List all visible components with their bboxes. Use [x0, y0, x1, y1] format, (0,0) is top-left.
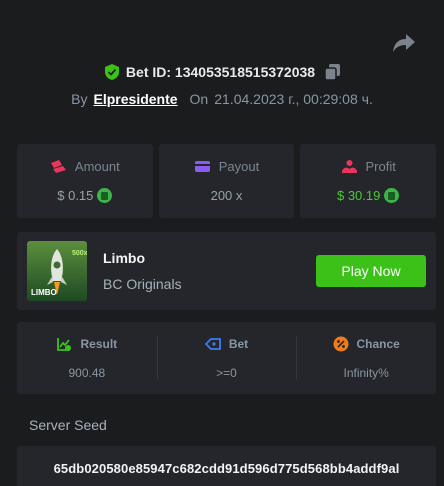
share-icon[interactable]	[392, 32, 416, 54]
chance-percent-icon	[333, 336, 348, 352]
amount-label: Amount	[74, 159, 120, 174]
server-seed-value[interactable]: 65db020580e85947c682cdd91d596d775d568bb4…	[17, 446, 436, 486]
user-link[interactable]: Elpresidente	[94, 91, 178, 107]
bet-label: Bet	[228, 337, 249, 351]
server-seed-label: Server Seed	[29, 417, 107, 433]
on-label: On	[189, 91, 209, 107]
game-thumbnail[interactable]: 500x LIMBO	[27, 241, 87, 301]
payout-card: Payout 200 x	[158, 144, 295, 218]
result-value: 900.48	[68, 366, 106, 380]
currency-coin-icon	[384, 188, 400, 203]
bet-column: Bet >=0	[156, 322, 297, 394]
amount-icon	[50, 160, 66, 173]
chance-value: Infinity%	[343, 366, 389, 380]
by-label: By	[71, 91, 88, 107]
profit-card: Profit $ 30.19	[300, 144, 437, 218]
play-now-button[interactable]: Play Now	[316, 255, 426, 287]
bet-value: >=0	[216, 366, 237, 380]
thumb-title: LIMBO	[31, 288, 57, 297]
result-icon	[57, 338, 72, 351]
amount-value: $ 0.15	[57, 188, 94, 203]
bet-id: Bet ID: 134053518515372038	[125, 64, 316, 80]
verified-shield-icon	[104, 64, 120, 80]
payout-icon	[194, 161, 210, 172]
result-label: Result	[80, 337, 118, 351]
game-name[interactable]: Limbo	[103, 250, 145, 266]
payout-value: 200 x	[210, 188, 243, 203]
result-panel: Result 900.48 Bet >=0 Chance Infinity%	[17, 322, 436, 394]
chance-column: Chance Infinity%	[296, 322, 436, 394]
profit-icon	[341, 160, 357, 173]
game-provider: BC Originals	[103, 276, 182, 292]
profit-label: Profit	[365, 159, 396, 174]
thumb-badge: 500x	[72, 250, 87, 257]
chance-label: Chance	[356, 337, 400, 351]
bet-id-row: Bet ID: 134053518515372038	[0, 64, 444, 81]
result-column: Result 900.48	[17, 322, 157, 394]
bet-stats: Amount $ 0.15 Payout 200 x Profit $ 30.1…	[17, 144, 437, 218]
bet-meta-row: By Elpresidente On 21.04.2023 г., 00:29:…	[0, 91, 444, 107]
copy-icon[interactable]	[324, 64, 341, 81]
bet-tag-icon	[204, 338, 221, 350]
currency-coin-icon	[97, 188, 113, 203]
amount-card: Amount $ 0.15	[17, 144, 153, 218]
bet-datetime: 21.04.2023 г., 00:29:08 ч.	[214, 91, 373, 107]
game-card: 500x LIMBO Limbo BC Originals Play Now	[17, 232, 436, 310]
payout-label: Payout	[218, 159, 260, 174]
profit-value: $ 30.19	[336, 188, 381, 203]
